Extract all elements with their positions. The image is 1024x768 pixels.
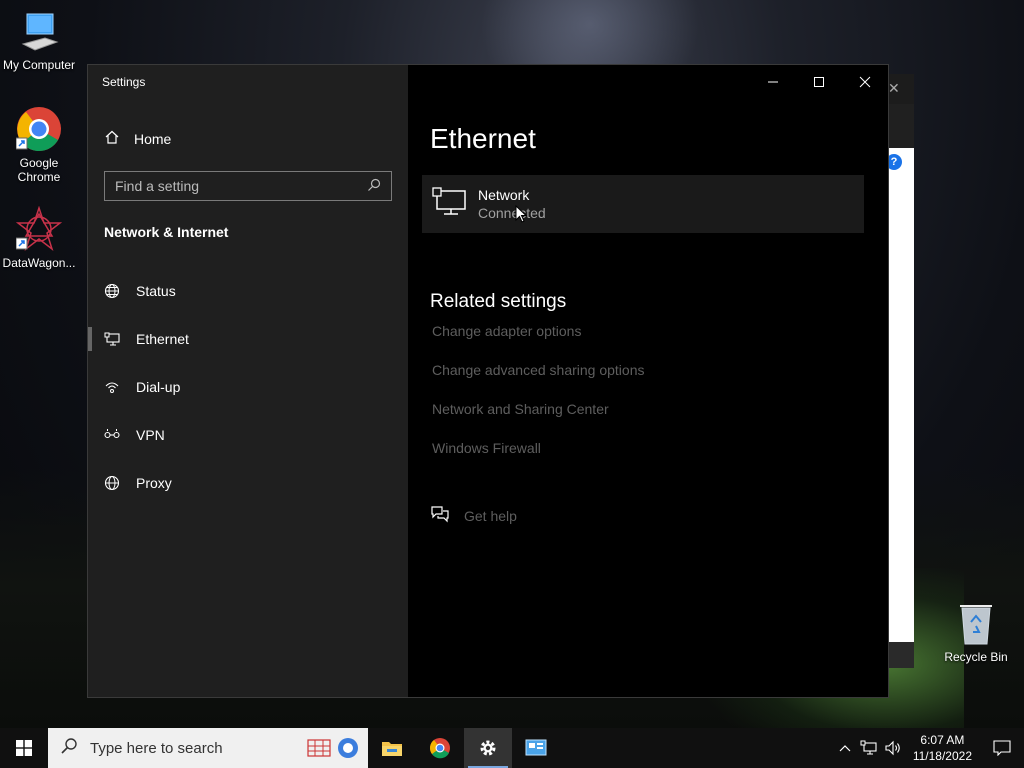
notification-icon xyxy=(993,740,1011,756)
nav-item-ethernet[interactable]: Ethernet xyxy=(88,315,408,363)
home-icon xyxy=(104,129,120,148)
network-name: Network xyxy=(478,187,530,203)
desktop-icon-recycle-bin[interactable]: Recycle Bin xyxy=(938,602,1014,664)
taskbar-file-explorer[interactable] xyxy=(368,728,416,768)
taskbar-chrome[interactable] xyxy=(416,728,464,768)
link-network-sharing-center[interactable]: Network and Sharing Center xyxy=(432,399,645,438)
vpn-icon xyxy=(104,427,120,443)
maximize-icon xyxy=(814,77,824,87)
nav-item-label: Status xyxy=(136,283,176,299)
globe-icon xyxy=(104,475,120,491)
close-button[interactable] xyxy=(842,65,888,99)
search-highlight-icon xyxy=(306,736,362,764)
search-icon xyxy=(60,737,78,759)
desktop-icon-label: My Computer xyxy=(2,58,76,72)
desktop-icon-label: DataWagon... xyxy=(2,256,76,270)
nav-item-label: Proxy xyxy=(136,475,172,491)
nav-item-dial-up[interactable]: Dial-up xyxy=(88,363,408,411)
nav-item-proxy[interactable]: Proxy xyxy=(88,459,408,507)
taskbar-settings[interactable] xyxy=(464,728,512,768)
dial-up-icon xyxy=(104,379,120,395)
system-tray: 6:07 AM 11/18/2022 xyxy=(833,728,1024,768)
clock-time: 6:07 AM xyxy=(920,733,965,747)
link-windows-firewall[interactable]: Windows Firewall xyxy=(432,438,645,477)
recycle-bin-icon xyxy=(956,602,996,646)
desktop-icon-my-computer[interactable]: My Computer xyxy=(0,10,78,72)
nav-item-vpn[interactable]: VPN xyxy=(88,411,408,459)
tray-overflow-button[interactable] xyxy=(833,728,857,768)
related-settings-title: Related settings xyxy=(430,291,567,312)
tray-network-button[interactable] xyxy=(857,728,881,768)
window-title: Settings xyxy=(102,75,146,89)
gear-icon xyxy=(480,740,496,756)
network-icon xyxy=(860,740,877,755)
desktop-icon-google-chrome[interactable]: Google Chrome xyxy=(0,106,78,184)
chat-help-icon xyxy=(430,505,450,526)
chrome-icon xyxy=(430,738,450,759)
network-nav-list: Status Ethernet Dial-up VPN Proxy xyxy=(88,267,408,507)
globe-status-icon xyxy=(104,283,120,299)
desktop-icon-label: Google Chrome xyxy=(17,156,61,184)
get-help-label: Get help xyxy=(464,507,517,524)
minimize-icon xyxy=(768,81,778,83)
maximize-button[interactable] xyxy=(796,65,842,99)
taskbar-clock[interactable]: 6:07 AM 11/18/2022 xyxy=(905,732,980,764)
page-title: Ethernet xyxy=(430,123,536,154)
recycle-bin-label: Recycle Bin xyxy=(944,650,1008,664)
speaker-icon xyxy=(885,740,900,756)
taskbar: Type here to search 6:07 AM 11/18/2022 xyxy=(0,728,1024,768)
ethernet-monitor-icon xyxy=(432,186,466,222)
mouse-cursor-icon xyxy=(515,204,528,228)
taskbar-search-box[interactable]: Type here to search xyxy=(48,728,368,768)
action-center-button[interactable] xyxy=(980,728,1024,768)
nav-item-label: Dial-up xyxy=(136,379,181,395)
settings-window: Settings Home Find a setting Network & I… xyxy=(87,64,889,698)
get-help-link[interactable]: Get help xyxy=(430,505,517,526)
start-button[interactable] xyxy=(0,728,48,768)
control-panel-icon xyxy=(525,739,547,756)
desktop-icon-datawagon[interactable]: DataWagon... xyxy=(0,205,78,270)
window-controls xyxy=(750,65,888,99)
settings-nav-pane: Settings Home Find a setting Network & I… xyxy=(88,65,408,697)
settings-content-pane: Ethernet Network Connected Related setti… xyxy=(408,65,888,697)
chrome-icon xyxy=(15,106,62,152)
network-status: Connected xyxy=(478,205,546,221)
taskbar-search-placeholder: Type here to search xyxy=(90,739,223,757)
windows-logo-icon xyxy=(16,740,32,756)
nav-item-label: VPN xyxy=(136,427,165,443)
computer-icon xyxy=(17,10,61,54)
nav-home[interactable]: Home xyxy=(104,129,171,148)
clock-date: 11/18/2022 xyxy=(912,749,972,763)
folder-icon xyxy=(382,742,402,756)
link-change-adapter-options[interactable]: Change adapter options xyxy=(432,321,645,360)
tray-volume-button[interactable] xyxy=(881,728,905,768)
section-title: Network & Internet xyxy=(104,224,229,240)
ethernet-icon xyxy=(104,331,120,347)
minimize-button[interactable] xyxy=(750,65,796,99)
nav-home-label: Home xyxy=(134,130,172,147)
link-change-advanced-sharing[interactable]: Change advanced sharing options xyxy=(432,360,645,399)
close-icon xyxy=(859,76,871,88)
related-settings-list: Change adapter options Change advanced s… xyxy=(432,321,645,477)
settings-search-input[interactable]: Find a setting xyxy=(104,171,392,201)
datawagon-icon xyxy=(15,205,63,252)
network-connection-card[interactable]: Network Connected xyxy=(422,175,864,233)
nav-item-label: Ethernet xyxy=(136,331,189,347)
search-icon xyxy=(367,178,381,195)
chevron-up-icon xyxy=(839,745,851,752)
search-placeholder: Find a setting xyxy=(115,178,200,194)
nav-item-status[interactable]: Status xyxy=(88,267,408,315)
taskbar-control-panel[interactable] xyxy=(512,728,560,768)
